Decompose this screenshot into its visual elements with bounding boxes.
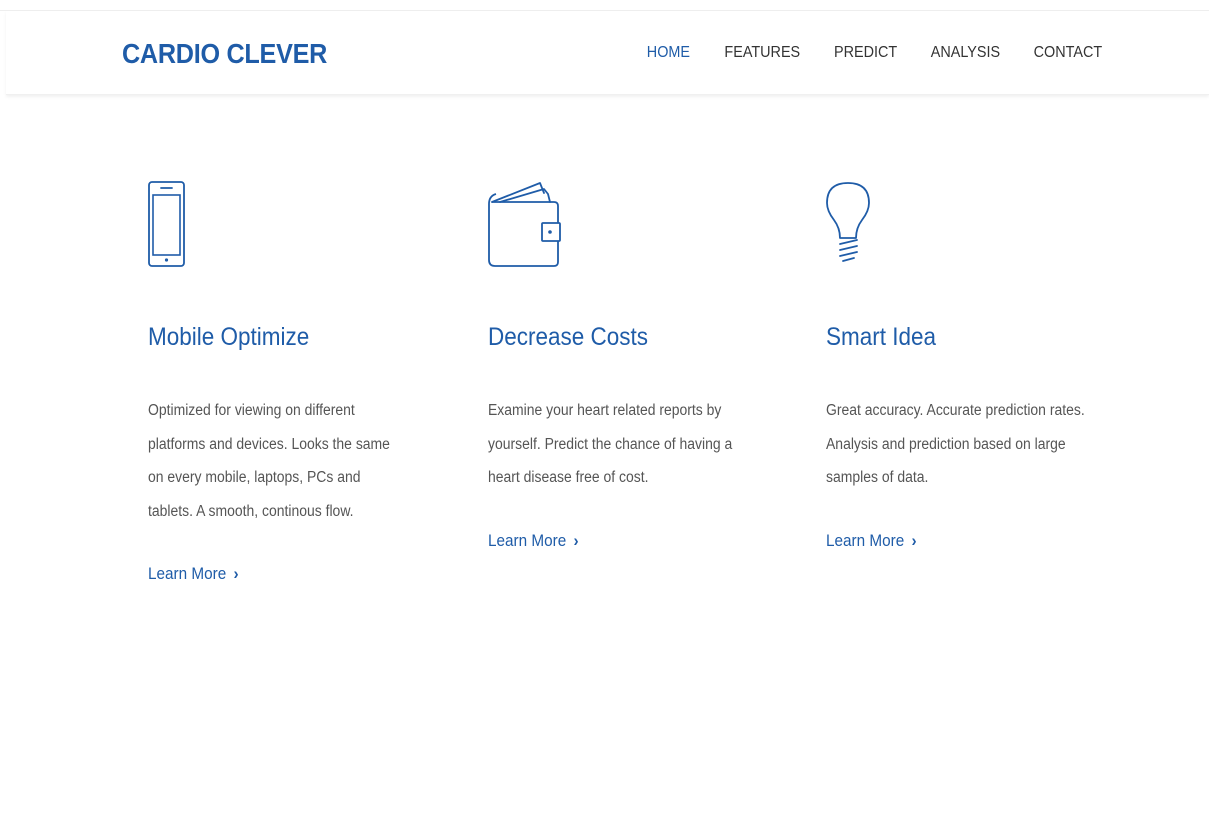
chevron-right-icon: › [573,531,579,550]
feature-title: Smart Idea [826,323,937,351]
mobile-phone-icon [148,180,428,270]
wallet-icon [488,180,768,270]
feature-title: Decrease Costs [488,323,649,351]
main-nav: HOME FEATURES PREDICT ANALYSIS CONTACT [616,44,1102,62]
feature-description: Great accuracy. Accurate prediction rate… [826,402,1085,486]
nav-item-analysis[interactable]: ANALYSIS [930,44,999,62]
page: CARDIO CLEVER HOME FEATURES PREDICT ANAL… [0,0,1209,823]
chevron-right-icon: › [233,564,239,583]
feature-title: Mobile Optimize [148,323,310,351]
feature-description: Optimized for viewing on different platf… [148,402,390,520]
feature-description: Examine your heart related reports by yo… [488,402,733,486]
learn-more-label: Learn More [826,531,905,550]
feature-mobile-optimize: Mobile Optimize Optimized for viewing on… [148,180,428,583]
feature-decrease-costs: Decrease Costs Examine your heart relate… [488,180,768,550]
learn-more-link[interactable]: Learn More › [148,564,239,584]
nav-item-contact[interactable]: CONTACT [1033,44,1102,62]
nav-item-home[interactable]: HOME [647,44,690,62]
brand-logo[interactable]: CARDIO CLEVER [122,38,327,70]
learn-more-link[interactable]: Learn More › [488,531,579,551]
chevron-right-icon: › [911,531,917,550]
learn-more-label: Learn More [488,531,567,550]
nav-item-predict[interactable]: PREDICT [834,44,897,62]
navbar: CARDIO CLEVER HOME FEATURES PREDICT ANAL… [6,11,1209,95]
lightbulb-icon [826,180,1106,270]
nav-item-features[interactable]: FEATURES [725,44,801,62]
learn-more-label: Learn More [148,564,227,583]
feature-smart-idea: Smart Idea Great accuracy. Accurate pred… [826,180,1106,550]
learn-more-link[interactable]: Learn More › [826,531,917,551]
